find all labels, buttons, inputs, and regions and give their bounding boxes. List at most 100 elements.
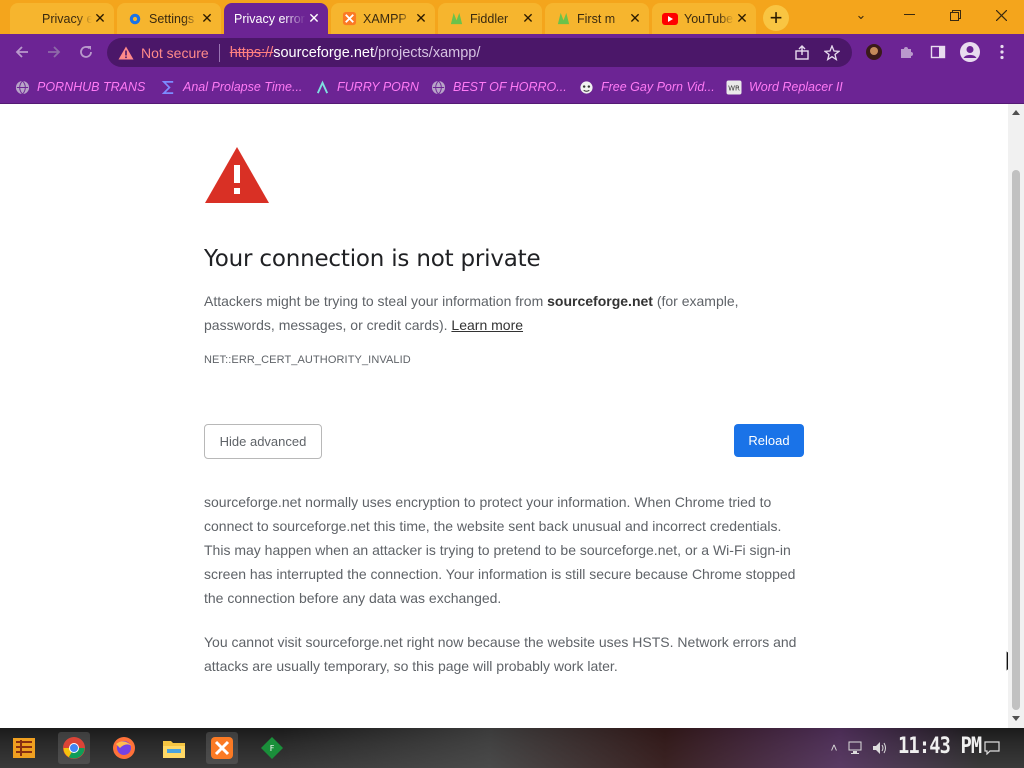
- tab-privacy-error-active[interactable]: Privacy error ✕: [224, 3, 328, 34]
- tab-youtube[interactable]: YouTube ✕: [652, 3, 756, 34]
- tab-title: YouTube: [684, 11, 734, 26]
- scrollbar-thumb[interactable]: [1012, 170, 1020, 710]
- bookmark-item[interactable]: FURRY PORN: [314, 78, 419, 96]
- address-bar[interactable]: Not secure https:// sourceforge.net /pro…: [107, 38, 852, 67]
- warning-triangle-icon: [205, 147, 269, 203]
- tab-title: Fiddler: [470, 11, 509, 26]
- extensions-puzzle-icon[interactable]: [894, 40, 918, 64]
- restore-button[interactable]: [932, 0, 978, 30]
- tab-privacy-error-1[interactable]: Privacy error ✕: [10, 3, 114, 34]
- side-panel-icon[interactable]: [926, 40, 950, 64]
- bookmark-label: BEST OF HORRO...: [453, 80, 567, 94]
- windows-taskbar: F ˄ 11:43 PM: [0, 728, 1024, 768]
- tab-search-icon[interactable]: ⌄: [838, 0, 884, 30]
- sigma-icon: [160, 79, 176, 95]
- bookmarks-bar: PORNHUB TRANS Anal Prolapse Time... FURR…: [0, 70, 1024, 104]
- svg-text:WR: WR: [728, 84, 740, 92]
- close-icon[interactable]: ✕: [520, 10, 536, 27]
- taskbar-clock[interactable]: 11:43 PM: [898, 734, 982, 759]
- close-icon[interactable]: ✕: [734, 10, 750, 27]
- chrome-icon[interactable]: [58, 732, 90, 764]
- xampp-icon[interactable]: [206, 732, 238, 764]
- not-secure-warning-icon[interactable]: [117, 45, 135, 61]
- close-icon[interactable]: ✕: [627, 10, 643, 27]
- bookmark-star-icon[interactable]: [823, 44, 841, 62]
- bookmark-label: PORNHUB TRANS: [37, 80, 146, 94]
- scroll-up-arrow-icon[interactable]: [1012, 110, 1020, 115]
- bookmark-item[interactable]: Free Gay Porn Vid...: [578, 78, 715, 96]
- close-icon[interactable]: ✕: [199, 10, 215, 27]
- volume-icon[interactable]: [872, 740, 888, 756]
- page-title: Your connection is not private: [204, 246, 541, 272]
- hsts-paragraph: You cannot visit sourceforge.net right n…: [204, 634, 797, 674]
- close-icon[interactable]: ✕: [92, 10, 108, 27]
- tab-title: Settings: [149, 11, 195, 26]
- hide-advanced-button[interactable]: Hide advanced: [204, 424, 322, 459]
- fiddler-icon: [555, 11, 571, 27]
- lambda-icon: [314, 79, 330, 95]
- not-secure-label[interactable]: Not secure: [141, 45, 209, 61]
- globe-icon: [14, 79, 30, 95]
- mask-icon: [578, 79, 594, 95]
- bookmark-label: Free Gay Porn Vid...: [601, 80, 715, 94]
- extension-avatar-icon[interactable]: [862, 40, 886, 64]
- menu-kebab-icon[interactable]: [990, 40, 1014, 64]
- gear-icon: [127, 11, 143, 27]
- notifications-icon[interactable]: [984, 740, 1000, 756]
- details-paragraph: sourceforge.net normally uses encryption…: [204, 494, 796, 606]
- warning-icon: [20, 11, 36, 27]
- divider: [218, 43, 220, 62]
- browser-toolbar: Not secure https:// sourceforge.net /pro…: [0, 34, 1024, 70]
- explanation-host: sourceforge.net: [547, 293, 653, 309]
- bookmark-label: FURRY PORN: [337, 80, 419, 94]
- window-close-button[interactable]: [978, 0, 1024, 30]
- url-scheme: https://: [229, 44, 274, 61]
- url-host: sourceforge.net: [273, 44, 374, 61]
- minimize-button[interactable]: [886, 0, 932, 30]
- scroll-down-arrow-icon[interactable]: [1012, 716, 1020, 721]
- reload-icon[interactable]: [74, 40, 98, 64]
- globe-icon: [430, 79, 446, 95]
- interstitial-page: Your connection is not private Attackers…: [0, 104, 1024, 728]
- learn-more-link[interactable]: Learn more: [451, 317, 523, 333]
- fiddler-icon: [448, 11, 464, 27]
- tab-xampp[interactable]: XAMPP ✕: [331, 3, 435, 34]
- back-arrow-icon[interactable]: [10, 40, 34, 64]
- xampp-icon: [341, 11, 357, 27]
- network-icon[interactable]: [848, 740, 864, 756]
- tab-title: Privacy error: [234, 11, 305, 26]
- tab-settings[interactable]: Settings ✕: [117, 3, 221, 34]
- close-icon[interactable]: ✕: [413, 10, 429, 27]
- page-scrollbar[interactable]: [1008, 104, 1024, 728]
- explanation-text: Attackers might be trying to steal your …: [204, 293, 548, 309]
- bookmark-item[interactable]: PORNHUB TRANS: [14, 78, 145, 96]
- share-icon[interactable]: [793, 44, 811, 62]
- tab-title: Privacy error: [42, 11, 92, 26]
- tab-first[interactable]: First m ✕: [545, 3, 649, 34]
- bookmark-label: Anal Prolapse Time...: [183, 80, 303, 94]
- close-icon[interactable]: ✕: [306, 10, 322, 27]
- bookmark-item[interactable]: BEST OF HORRO...: [430, 78, 567, 96]
- main-message: Attackers might be trying to steal your …: [204, 289, 804, 337]
- forward-arrow-icon[interactable]: [42, 40, 66, 64]
- svg-text:F: F: [270, 744, 275, 753]
- tab-fiddler[interactable]: Fiddler ✕: [438, 3, 542, 34]
- firefox-icon[interactable]: [108, 732, 140, 764]
- profile-avatar-icon[interactable]: [958, 40, 982, 64]
- tray-expand-icon[interactable]: ˄: [826, 740, 842, 756]
- tab-title: XAMPP: [363, 11, 407, 26]
- tab-title: First m: [577, 11, 616, 26]
- bookmark-label: Word Replacer II: [749, 80, 843, 94]
- reload-button[interactable]: Reload: [734, 424, 804, 457]
- bookmark-item[interactable]: WR Word Replacer II: [726, 78, 843, 96]
- wr-icon: WR: [726, 79, 742, 95]
- tab-strip: Privacy error ✕ Settings ✕ Privacy error…: [0, 0, 1024, 34]
- start-icon[interactable]: [8, 732, 40, 764]
- url-path: /projects/xampp/: [374, 44, 481, 61]
- bookmark-item[interactable]: Anal Prolapse Time...: [160, 78, 302, 96]
- youtube-icon: [662, 11, 678, 27]
- file-explorer-icon[interactable]: [158, 732, 190, 764]
- app-icon[interactable]: F: [256, 732, 288, 764]
- new-tab-button[interactable]: +: [763, 5, 789, 31]
- error-code[interactable]: NET::ERR_CERT_AUTHORITY_INVALID: [204, 354, 411, 366]
